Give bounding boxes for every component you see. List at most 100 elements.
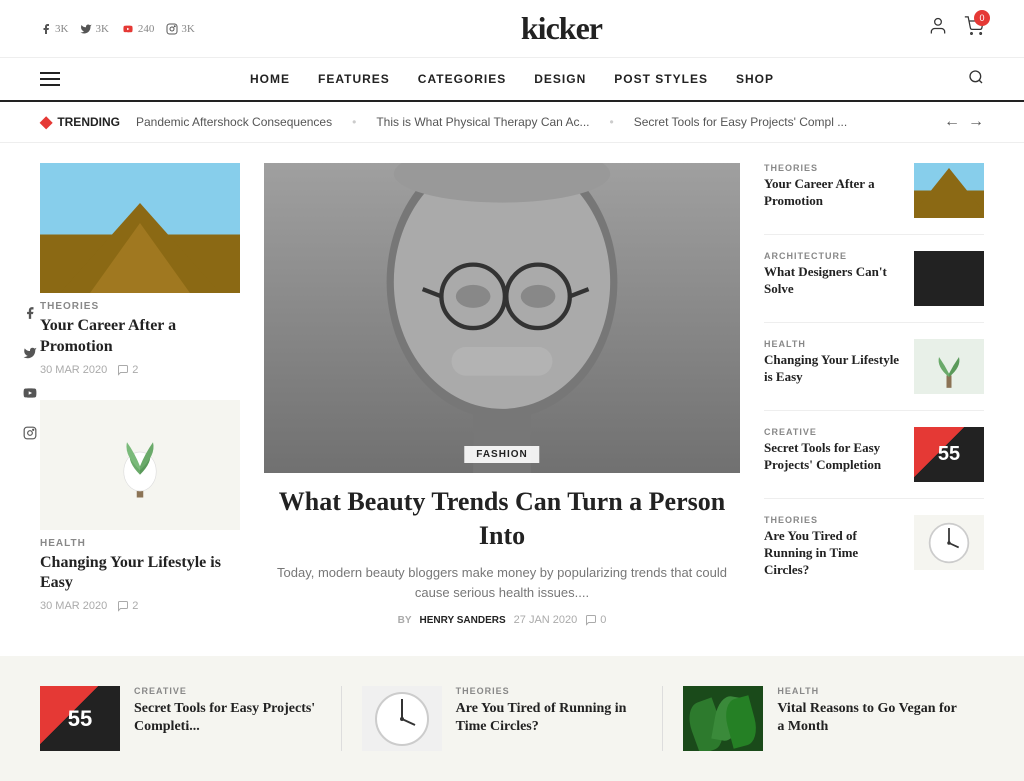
- right-article-5-category: THEORIES: [764, 515, 902, 525]
- nav-bar: HOME FEATURES CATEGORIES DESIGN POST STY…: [0, 58, 1024, 102]
- right-column: THEORIES Your Career After a Promotion A…: [764, 163, 984, 636]
- right-article-2-thumb: [914, 251, 984, 306]
- trending-label: ◆ TRENDING: [40, 112, 120, 132]
- facebook-count: 3K: [55, 23, 68, 35]
- bottom-card-2-info: THEORIES Are You Tired of Running in Tim…: [456, 686, 643, 736]
- bottom-card-3-thumb: [683, 686, 763, 751]
- facebook-link[interactable]: 3K: [40, 23, 68, 35]
- left-article-2: HEALTH Changing Your Lifestyle is Easy 3…: [40, 400, 240, 613]
- trending-item-3[interactable]: Secret Tools for Easy Projects' Compl ..…: [634, 115, 847, 129]
- nav-features[interactable]: FEATURES: [318, 72, 390, 86]
- twitter-link[interactable]: 3K: [80, 23, 108, 35]
- left-article-1-category: THEORIES: [40, 301, 240, 312]
- right-article-2-title[interactable]: What Designers Can't Solve: [764, 264, 902, 298]
- nav-post-styles[interactable]: POST STYLES: [614, 72, 708, 86]
- left-article-1-title[interactable]: Your Career After a Promotion: [40, 316, 240, 358]
- nav-shop[interactable]: SHOP: [736, 72, 774, 86]
- bottom-card-1-category: CREATIVE: [134, 686, 321, 696]
- right-article-3-category: HEALTH: [764, 339, 902, 349]
- right-article-1-info: THEORIES Your Career After a Promotion: [764, 163, 902, 210]
- sidebar-instagram-icon[interactable]: [16, 419, 44, 447]
- trending-prev-button[interactable]: ←: [944, 113, 960, 131]
- left-article-1-date: 30 MAR 2020: [40, 364, 107, 376]
- trending-items: Pandemic Aftershock Consequences • This …: [136, 115, 928, 129]
- bottom-card-3: HEALTH Vital Reasons to Go Vegan for a M…: [663, 686, 984, 751]
- nav-home[interactable]: HOME: [250, 72, 290, 86]
- right-article-3-title[interactable]: Changing Your Lifestyle is Easy: [764, 352, 902, 386]
- right-article-2: ARCHITECTURE What Designers Can't Solve: [764, 251, 984, 323]
- trending-item-1[interactable]: Pandemic Aftershock Consequences: [136, 115, 332, 129]
- main-content: THEORIES Your Career After a Promotion 3…: [0, 143, 1024, 656]
- right-article-5: THEORIES Are You Tired of Running in Tim…: [764, 515, 984, 595]
- right-article-3-thumb: [914, 339, 984, 394]
- user-icon[interactable]: [928, 16, 948, 41]
- cart-count: 0: [974, 10, 990, 26]
- right-article-3: HEALTH Changing Your Lifestyle is Easy: [764, 339, 984, 411]
- bottom-card-2-title[interactable]: Are You Tired of Running in Time Circles…: [456, 700, 643, 736]
- right-article-4: CREATIVE Secret Tools for Easy Projects'…: [764, 427, 984, 499]
- trending-icon: ◆: [40, 112, 52, 132]
- trending-navigation: ← →: [944, 113, 984, 131]
- featured-image: FASHION: [264, 163, 740, 473]
- left-article-2-thumb: [40, 400, 240, 530]
- left-article-2-title[interactable]: Changing Your Lifestyle is Easy: [40, 553, 240, 595]
- featured-excerpt: Today, modern beauty bloggers make money…: [264, 563, 740, 605]
- right-article-5-thumb: [914, 515, 984, 570]
- search-icon[interactable]: [968, 69, 984, 90]
- right-article-2-category: ARCHITECTURE: [764, 251, 902, 261]
- sidebar-facebook-icon[interactable]: [16, 299, 44, 327]
- left-article-2-category: HEALTH: [40, 538, 240, 549]
- featured-date: 27 JAN 2020: [514, 614, 578, 626]
- youtube-count: 240: [138, 23, 155, 35]
- trending-bar: ◆ TRENDING Pandemic Aftershock Consequen…: [0, 102, 1024, 143]
- bottom-card-1-title[interactable]: Secret Tools for Easy Projects' Completi…: [134, 700, 321, 736]
- youtube-link[interactable]: 240: [121, 23, 155, 35]
- featured-comments: 0: [585, 614, 606, 626]
- site-logo[interactable]: kicker: [521, 10, 602, 47]
- featured-author[interactable]: HENRY SANDERS: [420, 615, 506, 626]
- social-sidebar: [16, 299, 44, 447]
- right-article-1: THEORIES Your Career After a Promotion: [764, 163, 984, 235]
- featured-meta: BY HENRY SANDERS 27 JAN 2020 0: [264, 614, 740, 626]
- twitter-count: 3K: [95, 23, 108, 35]
- trending-text: TRENDING: [57, 115, 120, 129]
- bottom-card-3-title[interactable]: Vital Reasons to Go Vegan for a Month: [777, 700, 964, 736]
- left-article-2-comments: 2: [117, 600, 138, 612]
- sidebar-twitter-icon[interactable]: [16, 339, 44, 367]
- cart-icon[interactable]: 0: [964, 16, 984, 41]
- left-article-1: THEORIES Your Career After a Promotion 3…: [40, 163, 240, 376]
- bottom-card-1: 55 CREATIVE Secret Tools for Easy Projec…: [40, 686, 342, 751]
- right-article-1-thumb: [914, 163, 984, 218]
- sidebar-youtube-icon[interactable]: [16, 379, 44, 407]
- center-column: FASHION What Beauty Trends Can Turn a Pe…: [264, 163, 740, 636]
- right-article-4-title[interactable]: Secret Tools for Easy Projects' Completi…: [764, 440, 902, 474]
- social-links: 3K 3K 240 3K: [40, 23, 195, 35]
- right-article-1-category: THEORIES: [764, 163, 902, 173]
- bottom-card-1-info: CREATIVE Secret Tools for Easy Projects'…: [134, 686, 321, 736]
- nav-categories[interactable]: CATEGORIES: [418, 72, 506, 86]
- featured-title[interactable]: What Beauty Trends Can Turn a Person Int…: [264, 485, 740, 553]
- bottom-card-2: THEORIES Are You Tired of Running in Tim…: [342, 686, 664, 751]
- trending-next-button[interactable]: →: [968, 113, 984, 131]
- trending-item-2[interactable]: This is What Physical Therapy Can Ac...: [376, 115, 589, 129]
- nav-links: HOME FEATURES CATEGORIES DESIGN POST STY…: [250, 72, 774, 86]
- left-column: THEORIES Your Career After a Promotion 3…: [40, 163, 240, 636]
- right-article-3-info: HEALTH Changing Your Lifestyle is Easy: [764, 339, 902, 386]
- right-article-1-title[interactable]: Your Career After a Promotion: [764, 176, 902, 210]
- left-article-2-meta: 30 MAR 2020 2: [40, 600, 240, 612]
- right-article-4-info: CREATIVE Secret Tools for Easy Projects'…: [764, 427, 902, 474]
- featured-tag: FASHION: [464, 446, 539, 463]
- nav-design[interactable]: DESIGN: [534, 72, 586, 86]
- instagram-link[interactable]: 3K: [166, 23, 194, 35]
- right-article-4-category: CREATIVE: [764, 427, 902, 437]
- left-article-2-date: 30 MAR 2020: [40, 600, 107, 612]
- top-bar: 3K 3K 240 3K kicker 0: [0, 0, 1024, 58]
- instagram-count: 3K: [181, 23, 194, 35]
- right-article-4-thumb: 55: [914, 427, 984, 482]
- right-article-5-title[interactable]: Are You Tired of Running in Time Circles…: [764, 528, 902, 579]
- left-article-1-comments: 2: [117, 364, 138, 376]
- hamburger-menu-icon[interactable]: [40, 72, 60, 86]
- left-article-1-thumb: [40, 163, 240, 293]
- bottom-card-2-category: THEORIES: [456, 686, 643, 696]
- bottom-card-2-thumb: [362, 686, 442, 751]
